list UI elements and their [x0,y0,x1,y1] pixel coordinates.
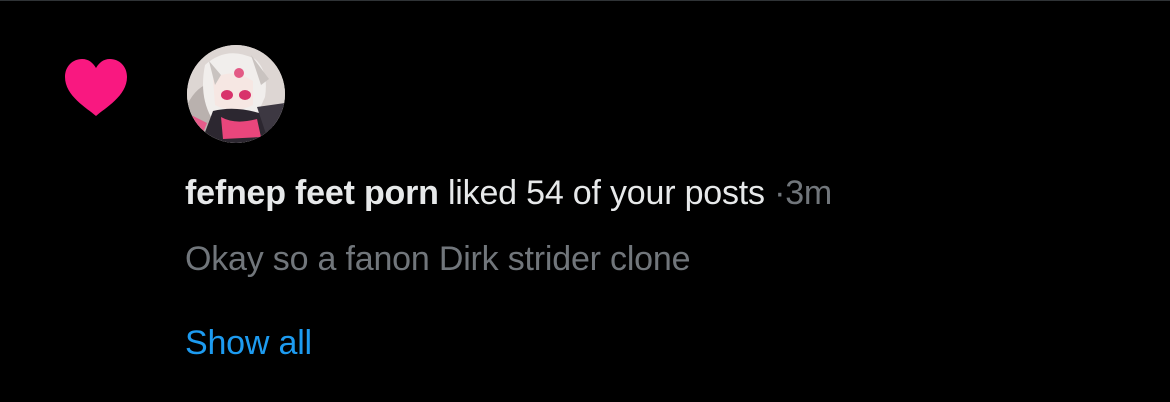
like-notification[interactable]: fefnep feet porn liked 54 of your posts … [0,0,1170,402]
post-preview[interactable]: Okay so a fanon Dirk strider clone [185,236,691,282]
timestamp: 3m [785,174,833,212]
heart-icon [65,59,127,116]
separator-dot: · [774,174,786,212]
user-name[interactable]: fefnep feet porn [185,174,439,212]
notification-headline: fefnep feet porn liked 54 of your posts … [185,170,832,216]
action-text: liked 54 of your posts [447,174,765,212]
user-avatar[interactable] [187,45,285,143]
show-all-link[interactable]: Show all [185,320,312,366]
